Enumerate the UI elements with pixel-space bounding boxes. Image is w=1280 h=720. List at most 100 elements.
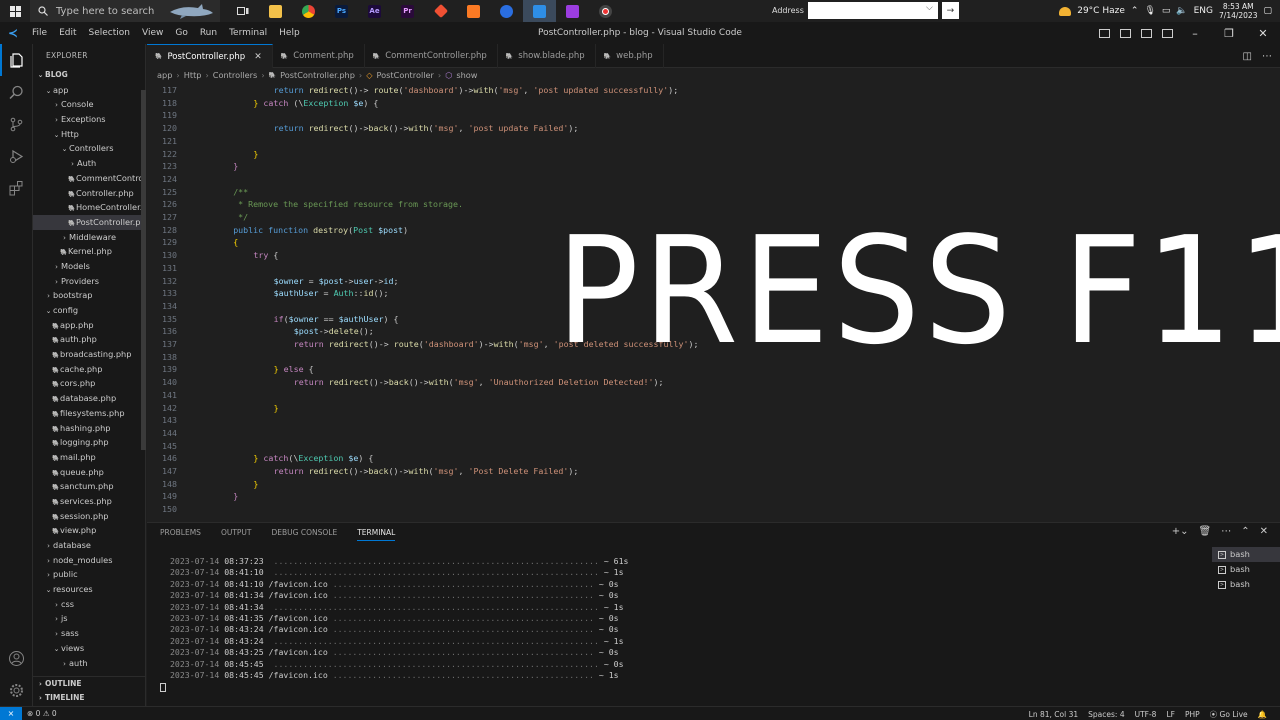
breadcrumb-item[interactable]: PostController.php (280, 70, 355, 80)
menu-run[interactable]: Run (194, 28, 223, 38)
file-item[interactable]: 🐘Kernel.php (33, 244, 145, 259)
language-mode[interactable]: PHP (1180, 710, 1205, 719)
taskbar-app-chrome[interactable] (292, 0, 325, 22)
taskbar-app-phpstorm[interactable] (556, 0, 589, 22)
folder-item[interactable]: › Auth (33, 156, 145, 171)
menu-edit[interactable]: Edit (53, 28, 82, 38)
menu-selection[interactable]: Selection (83, 28, 136, 38)
panel-tab-terminal[interactable]: TERMINAL (357, 528, 396, 541)
breadcrumb-item[interactable]: Http (184, 70, 202, 80)
taskbar-app-explorer[interactable] (259, 0, 292, 22)
task-view-button[interactable] (226, 0, 259, 22)
language-indicator[interactable]: ENG (1194, 6, 1213, 16)
terminal-output[interactable]: 2023-07-14 08:37:23 ....................… (160, 556, 1200, 693)
manage-button[interactable] (0, 674, 33, 706)
terminal-instance[interactable]: > bash (1212, 562, 1280, 577)
close-icon[interactable]: ✕ (254, 52, 262, 62)
sidebar-scrollbar[interactable] (141, 90, 146, 450)
folder-item[interactable]: › sass (33, 626, 145, 641)
outline-section[interactable]: › OUTLINE (33, 677, 145, 692)
tab-web-php[interactable]: 🐘 web.php (596, 44, 664, 68)
taskbar-clock[interactable]: 8:53 AM 7/14/2023 (1219, 2, 1257, 20)
folder-item[interactable]: › Providers (33, 274, 145, 289)
file-item[interactable]: 🐘cors.php (33, 376, 145, 391)
explorer-view-button[interactable] (0, 44, 33, 76)
file-item[interactable]: 🐘Controller.php (33, 186, 145, 201)
file-item[interactable]: 🐘database.php (33, 391, 145, 406)
taskbar-search[interactable]: Type here to search (30, 0, 220, 22)
tab-show-blade-php[interactable]: 🐘 show.blade.php (498, 44, 596, 68)
panel-tab-debug-console[interactable]: DEBUG CONSOLE (272, 528, 338, 541)
timeline-section[interactable]: › TIMELINE (33, 691, 145, 706)
toggle-secondary-sidebar-icon[interactable] (1141, 28, 1152, 38)
source-control-button[interactable] (0, 108, 33, 140)
split-editor-icon[interactable]: ◫ (1243, 51, 1252, 62)
folder-item[interactable]: › Models (33, 259, 145, 274)
address-go-button[interactable]: → (941, 2, 959, 19)
file-item[interactable]: 🐘filesystems.php (33, 406, 145, 421)
file-item[interactable]: 🐘sanctum.php (33, 479, 145, 494)
volume-icon[interactable]: 🔈 (1176, 6, 1187, 16)
terminal-instance[interactable]: > bash (1212, 547, 1280, 562)
more-actions-icon[interactable]: ⋯ (1221, 526, 1231, 537)
run-debug-button[interactable] (0, 140, 33, 172)
folder-item[interactable]: › Exceptions (33, 112, 145, 127)
folder-item[interactable]: › bootstrap (33, 288, 145, 303)
file-item[interactable]: 🐘services.php (33, 494, 145, 509)
menu-file[interactable]: File (26, 28, 53, 38)
menu-help[interactable]: Help (273, 28, 306, 38)
file-item[interactable]: 🐘logging.php (33, 435, 145, 450)
breadcrumb-item[interactable]: app (157, 70, 172, 80)
folder-item[interactable]: › public (33, 567, 145, 582)
microphone-icon[interactable]: 🎙 (1144, 6, 1155, 16)
file-item[interactable]: 🐘queue.php (33, 465, 145, 480)
breadcrumb-item[interactable]: Controllers (213, 70, 258, 80)
taskbar-app-premiere[interactable]: Pr (391, 0, 424, 22)
go-live-button[interactable]: ⦿ Go Live (1205, 709, 1253, 720)
taskbar-app-xampp[interactable] (457, 0, 490, 22)
taskbar-app-firefox[interactable] (490, 0, 523, 22)
windows-start-button[interactable] (0, 0, 30, 22)
notifications-bell-icon[interactable]: 🔔 (1253, 710, 1272, 719)
add-terminal-icon[interactable]: +⌄ (1172, 526, 1189, 537)
taskbar-app-after-effects[interactable]: Ae (358, 0, 391, 22)
extensions-button[interactable] (0, 172, 33, 204)
panel-tab-output[interactable]: OUTPUT (221, 528, 252, 541)
taskbar-app-git[interactable] (424, 0, 457, 22)
project-root[interactable]: ⌄ BLOG (33, 68, 145, 83)
restore-button[interactable]: ❐ (1212, 22, 1246, 44)
menu-go[interactable]: Go (169, 28, 193, 38)
cursor-position[interactable]: Ln 81, Col 31 (1024, 710, 1083, 719)
file-item[interactable]: 🐘cache.php (33, 362, 145, 377)
file-item[interactable]: 🐘CommentControl... (33, 171, 145, 186)
file-item[interactable]: 🐘view.php (33, 523, 145, 538)
notifications-icon[interactable]: ▢ (1263, 6, 1272, 16)
file-item[interactable]: 🐘app.php (33, 318, 145, 333)
folder-item[interactable]: ⌄ views (33, 641, 145, 656)
folder-item[interactable]: › node_modules (33, 553, 145, 568)
menu-terminal[interactable]: Terminal (223, 28, 273, 38)
tab-comment-php[interactable]: 🐘 Comment.php (273, 44, 365, 68)
customize-layout-icon[interactable] (1162, 28, 1173, 38)
toggle-panel-icon[interactable] (1120, 28, 1131, 38)
folder-item[interactable]: › database (33, 538, 145, 553)
file-item[interactable]: 🐘HomeController.... (33, 200, 145, 215)
folder-item[interactable]: › auth (33, 656, 145, 671)
accounts-button[interactable] (0, 642, 33, 674)
more-actions-icon[interactable]: ⋯ (1262, 51, 1272, 62)
remote-indicator[interactable]: ⨯ (0, 706, 22, 720)
breadcrumb-item[interactable]: PostController (377, 70, 434, 80)
folder-item[interactable]: › js (33, 611, 145, 626)
close-panel-icon[interactable]: ✕ (1260, 526, 1268, 537)
weather-text[interactable]: 29°C Haze (1077, 6, 1125, 16)
toggle-sidebar-icon[interactable] (1099, 28, 1110, 38)
folder-item[interactable]: ⌄ resources (33, 582, 145, 597)
taskbar-app-recorder[interactable] (589, 0, 622, 22)
panel-tab-problems[interactable]: PROBLEMS (160, 528, 201, 541)
taskbar-app-vscode[interactable] (523, 0, 556, 22)
file-item[interactable]: 🐘session.php (33, 509, 145, 524)
end-of-line[interactable]: LF (1161, 710, 1180, 719)
trash-icon[interactable]: 🗑 (1199, 526, 1212, 537)
folder-item[interactable]: ⌄ app (33, 83, 145, 98)
network-icon[interactable]: ▭ (1162, 6, 1171, 16)
